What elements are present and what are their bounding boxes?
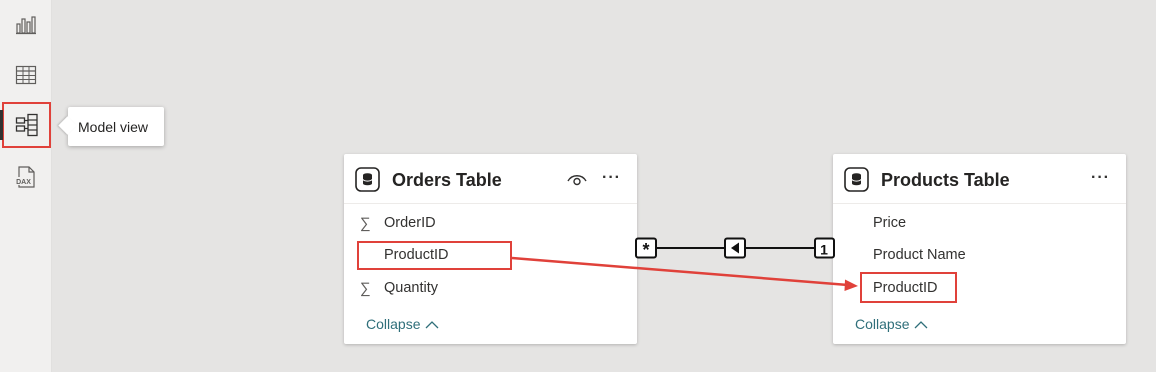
table-icon [844, 167, 869, 192]
chevron-up-icon [915, 320, 928, 328]
one-cardinality-marker [814, 237, 835, 259]
products-more-options-icon[interactable]: ··· [1091, 169, 1110, 187]
many-cardinality-marker [635, 237, 657, 259]
model-view-tooltip: Model view [68, 107, 164, 146]
field-label: Product Name [873, 247, 966, 263]
report-view-icon [16, 16, 36, 35]
chevron-up-icon [426, 320, 439, 328]
filter-direction-marker [724, 237, 746, 259]
products-productid-highlight [860, 272, 957, 303]
one-cardinality-label: 1 [820, 242, 828, 258]
products-table-card[interactable]: Products Table ··· Price Product Name Pr… [833, 154, 1126, 344]
collapse-label: Collapse [366, 316, 421, 332]
dax-query-view-button[interactable]: DAX [0, 154, 52, 200]
field-row-quantity[interactable]: ∑ Quantity [344, 272, 637, 304]
sigma-icon: ∑ [360, 214, 371, 232]
collapse-label: Collapse [855, 316, 910, 332]
orders-productid-highlight [357, 241, 512, 270]
model-view-button[interactable] [0, 102, 51, 148]
report-view-button[interactable] [0, 2, 52, 48]
table-icon [355, 167, 380, 192]
field-row-orderid[interactable]: ∑ OrderID [344, 207, 637, 239]
dax-label: DAX [16, 179, 31, 186]
field-label: OrderID [384, 215, 436, 231]
field-label: Price [873, 215, 907, 231]
filter-direction-arrow-icon [731, 242, 739, 254]
data-view-button[interactable] [0, 52, 52, 98]
visibility-eye-icon[interactable] [566, 172, 588, 186]
relationship-line[interactable]: * 1 [635, 237, 835, 261]
products-table-title: Products Table [881, 170, 1010, 190]
orders-more-options-icon[interactable]: ··· [602, 169, 621, 187]
products-collapse-link[interactable]: Collapse [855, 316, 928, 332]
tooltip-text: Model view [78, 118, 149, 135]
many-cardinality-label: * [642, 240, 649, 260]
field-row-product-name[interactable]: Product Name [833, 239, 1126, 271]
orders-collapse-link[interactable]: Collapse [366, 316, 439, 332]
orders-table-header[interactable]: Orders Table ··· [344, 154, 637, 204]
model-view-icon [15, 113, 38, 137]
products-table-header[interactable]: Products Table ··· [833, 154, 1126, 204]
data-view-icon [15, 65, 37, 85]
field-row-price[interactable]: Price [833, 207, 1126, 239]
view-switcher-rail: DAX [0, 0, 52, 372]
dax-query-view-icon: DAX [15, 166, 35, 188]
orders-table-title: Orders Table [392, 170, 502, 190]
sigma-icon: ∑ [360, 279, 371, 297]
field-label: Quantity [384, 280, 438, 296]
